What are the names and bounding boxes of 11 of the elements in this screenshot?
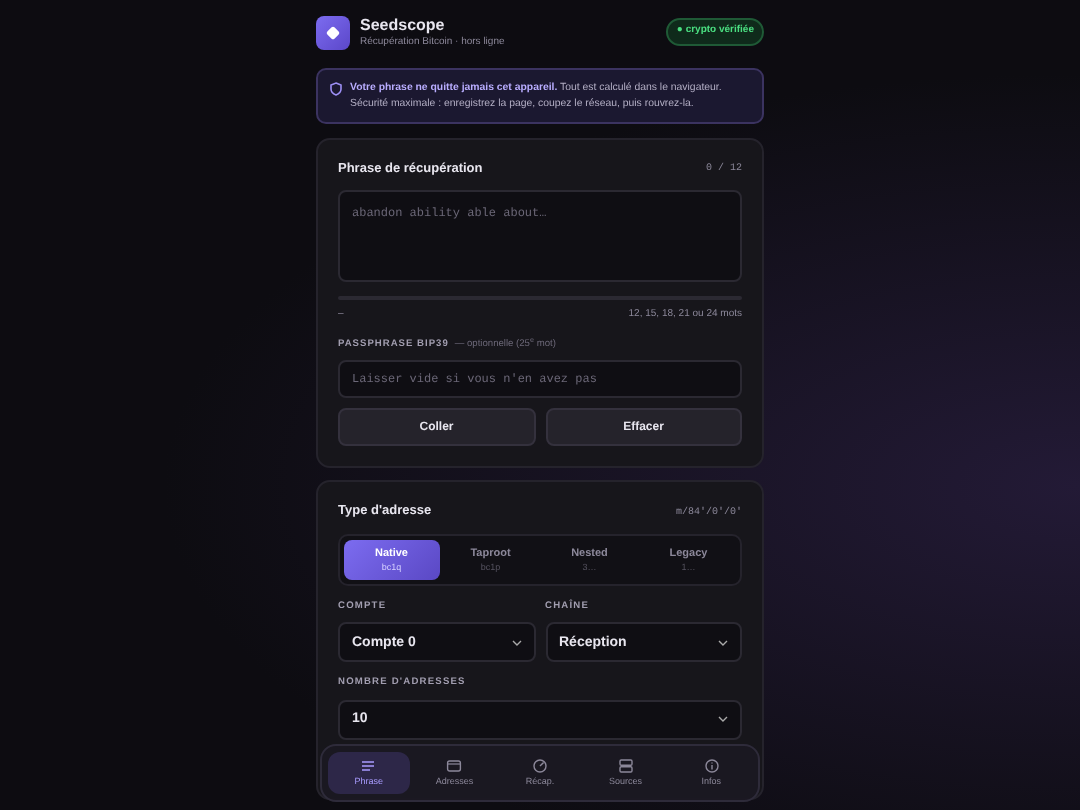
wallet-icon bbox=[446, 757, 463, 774]
chevron-icon bbox=[511, 639, 521, 646]
info-icon bbox=[703, 757, 720, 774]
server-icon bbox=[617, 757, 634, 774]
shield-icon bbox=[330, 82, 342, 96]
chevron-icon bbox=[718, 639, 728, 646]
lines-icon bbox=[360, 757, 377, 774]
logo-icon bbox=[316, 15, 350, 49]
app-title: Seedscope bbox=[360, 15, 445, 34]
chevron-icon bbox=[718, 716, 728, 723]
gauge-icon bbox=[531, 757, 548, 774]
